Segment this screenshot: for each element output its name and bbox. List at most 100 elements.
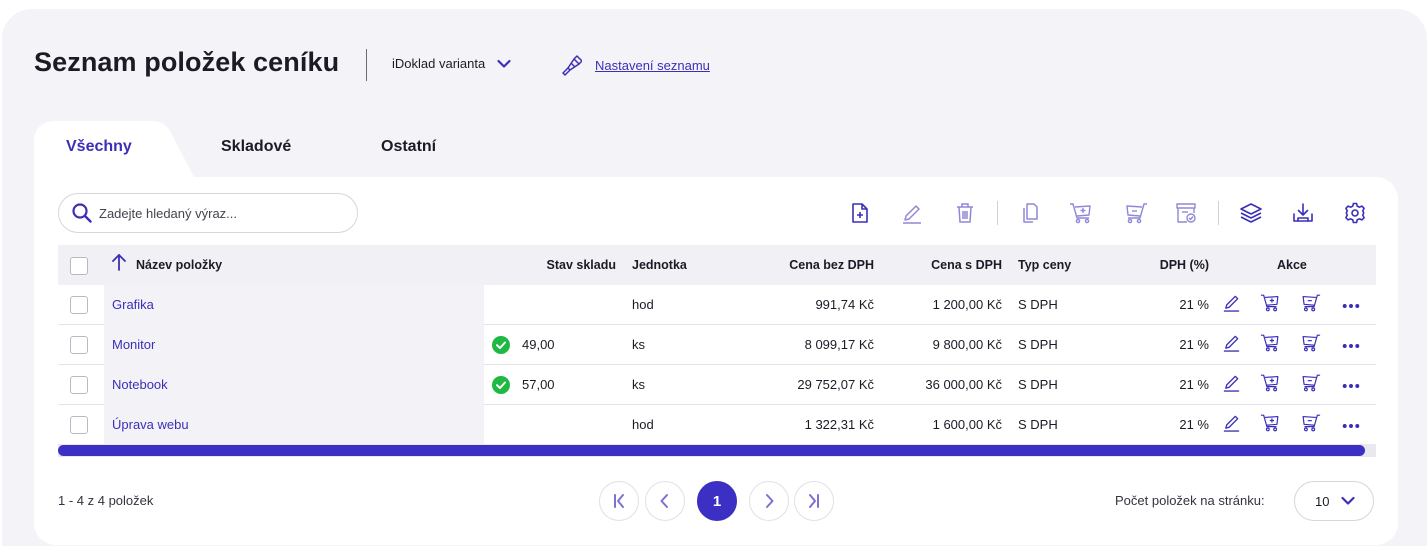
list-settings-link[interactable]: Nastavení seznamu — [560, 54, 710, 76]
chevron-down-icon — [497, 59, 511, 68]
chevron-down-icon — [1341, 496, 1355, 505]
copy-button[interactable] — [1016, 199, 1044, 227]
stock-value: 57,00 — [522, 377, 555, 392]
price-net-value: 1 322,31 Kč — [804, 417, 874, 432]
column-price-net[interactable]: Cena bez DPH — [754, 258, 874, 272]
column-price-type[interactable]: Typ ceny — [1018, 258, 1071, 272]
price-type-value: S DPH — [1018, 377, 1058, 392]
item-name-link[interactable]: Grafika — [112, 297, 154, 312]
first-page-icon — [614, 494, 624, 508]
row-cart-remove-button[interactable] — [1299, 334, 1321, 356]
price-net-value: 991,74 Kč — [815, 297, 874, 312]
item-name-link[interactable]: Úprava webu — [112, 417, 189, 432]
row-more-button[interactable] — [1340, 414, 1362, 436]
layers-button[interactable] — [1237, 199, 1265, 227]
row-checkbox[interactable] — [70, 296, 88, 314]
price-gross-value: 1 200,00 Kč — [932, 297, 1002, 312]
row-checkbox[interactable] — [70, 416, 88, 434]
edit-icon — [1222, 413, 1241, 437]
edit-button[interactable] — [898, 199, 926, 227]
add-item-icon — [852, 203, 868, 223]
vat-value: 21 % — [1179, 417, 1209, 432]
variant-label: iDoklad varianta — [392, 56, 486, 71]
column-price-gross[interactable]: Cena s DPH — [882, 258, 1002, 272]
edit-icon — [1222, 293, 1241, 317]
select-all-checkbox[interactable] — [70, 257, 88, 275]
settings-link-label: Nastavení seznamu — [595, 57, 710, 73]
column-name[interactable]: Název položky — [136, 258, 222, 272]
more-horizontal-icon — [1342, 376, 1360, 394]
row-edit-button[interactable] — [1220, 294, 1242, 316]
last-page-button[interactable] — [794, 481, 834, 521]
tab-other[interactable]: Ostatní — [381, 138, 436, 156]
item-name-link[interactable]: Notebook — [112, 377, 168, 392]
row-cart-add-button[interactable] — [1260, 294, 1282, 316]
stock-check-button[interactable] — [1172, 199, 1200, 227]
row-more-button[interactable] — [1340, 334, 1362, 356]
search-input[interactable] — [99, 205, 339, 221]
search-icon — [72, 203, 92, 223]
horizontal-scrollbar-thumb[interactable] — [58, 445, 1365, 456]
row-edit-button[interactable] — [1220, 374, 1242, 396]
row-cart-remove-button[interactable] — [1299, 414, 1321, 436]
row-cart-remove-button[interactable] — [1299, 294, 1321, 316]
row-edit-button[interactable] — [1220, 414, 1242, 436]
row-cart-add-button[interactable] — [1260, 414, 1282, 436]
table-settings-button[interactable] — [1341, 199, 1369, 227]
column-stock[interactable]: Stav skladu — [520, 258, 616, 272]
cart-remove-icon — [1299, 293, 1321, 317]
price-type-value: S DPH — [1018, 417, 1058, 432]
per-page-select[interactable]: 10 — [1294, 481, 1374, 521]
cart-add-button[interactable] — [1068, 199, 1096, 227]
in-stock-check-icon — [492, 376, 510, 394]
row-more-button[interactable] — [1340, 374, 1362, 396]
variant-dropdown[interactable]: iDoklad varianta — [392, 56, 511, 71]
cart-add-icon — [1260, 373, 1282, 397]
edit-icon — [1222, 373, 1241, 397]
vat-value: 21 % — [1179, 377, 1209, 392]
brush-icon — [562, 55, 582, 76]
page-title: Seznam položek ceníku — [34, 47, 340, 77]
next-page-button[interactable] — [749, 481, 789, 521]
row-cart-add-button[interactable] — [1260, 334, 1282, 356]
first-page-button[interactable] — [599, 481, 639, 521]
row-checkbox[interactable] — [70, 336, 88, 354]
more-horizontal-icon — [1342, 416, 1360, 434]
layers-icon — [1240, 203, 1262, 223]
price-type-value: S DPH — [1018, 297, 1058, 312]
stock-check-icon — [1176, 203, 1196, 223]
tab-stock[interactable]: Skladové — [221, 138, 291, 156]
settings-gear-icon — [1345, 202, 1365, 224]
page-button-current[interactable]: 1 — [697, 481, 737, 521]
in-stock-check-icon — [492, 336, 510, 354]
item-name-link[interactable]: Monitor — [112, 337, 155, 352]
more-horizontal-icon — [1342, 336, 1360, 354]
unit-value: ks — [632, 337, 645, 352]
name-cell-background — [104, 285, 484, 325]
download-button[interactable] — [1289, 199, 1317, 227]
chevron-left-icon — [660, 494, 668, 508]
edit-icon — [1222, 333, 1241, 357]
cart-remove-icon — [1299, 413, 1321, 437]
row-checkbox[interactable] — [70, 376, 88, 394]
sort-ascending-icon[interactable] — [111, 253, 127, 271]
price-type-value: S DPH — [1018, 337, 1058, 352]
search-box[interactable] — [58, 193, 358, 233]
column-unit[interactable]: Jednotka — [632, 258, 687, 272]
cart-remove-button[interactable] — [1121, 199, 1149, 227]
name-cell-background — [104, 325, 484, 365]
column-vat[interactable]: DPH (%) — [1130, 258, 1209, 272]
row-cart-remove-button[interactable] — [1299, 374, 1321, 396]
cart-remove-icon — [1299, 333, 1321, 357]
previous-page-button[interactable] — [645, 481, 685, 521]
row-edit-button[interactable] — [1220, 334, 1242, 356]
column-actions: Akce — [1277, 258, 1307, 272]
delete-button[interactable] — [951, 199, 979, 227]
tab-all[interactable]: Všechny — [66, 138, 132, 156]
row-more-button[interactable] — [1340, 294, 1362, 316]
add-item-button[interactable] — [846, 199, 874, 227]
cart-remove-icon — [1126, 203, 1147, 224]
chevron-right-icon — [766, 494, 774, 508]
row-cart-add-button[interactable] — [1260, 374, 1282, 396]
unit-value: ks — [632, 377, 645, 392]
